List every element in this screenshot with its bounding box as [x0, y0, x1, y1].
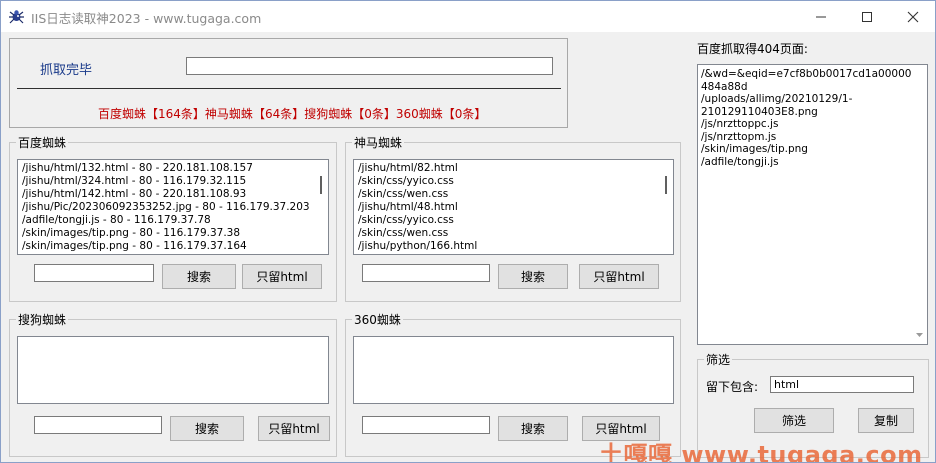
- status-panel: 抓取完毕 百度蜘蛛【164条】神马蜘蛛【64条】搜狗蜘蛛【0条】360蜘蛛【0条…: [9, 38, 568, 128]
- list-item[interactable]: /jishu/html/82.html: [358, 162, 477, 175]
- s360-log-list[interactable]: [353, 336, 674, 404]
- shenma-search-button[interactable]: 搜索: [498, 264, 568, 289]
- status-label: 抓取完毕: [40, 63, 93, 78]
- baidu-spider-group: 百度蜘蛛 /jishu/html/132.html - 80 - 220.181…: [9, 134, 337, 302]
- summary-360-label: 360蜘蛛: [395, 107, 443, 121]
- list-item[interactable]: /skin/css/yyico.css: [358, 175, 477, 188]
- list-item[interactable]: /jishu/html/324.html - 80 - 116.179.32.1…: [22, 175, 310, 188]
- list-item[interactable]: /skin/css/wen.css: [358, 188, 477, 201]
- status-input[interactable]: [186, 57, 553, 75]
- list-item[interactable]: /jishu/html/132.html - 80 - 220.181.108.…: [22, 162, 310, 175]
- s360-search-button[interactable]: 搜索: [498, 416, 568, 441]
- list-item[interactable]: /skin/images/tip.png - 80 - 116.179.37.1…: [22, 240, 310, 253]
- scroll-thumb[interactable]: [320, 176, 322, 194]
- shenma-spider-group: 神马蜘蛛 /jishu/html/82.html /skin/css/yyico…: [345, 134, 681, 302]
- sogou-group-title: 搜狗蜘蛛: [16, 311, 69, 328]
- shenma-log-list[interactable]: /jishu/html/82.html /skin/css/yyico.css …: [353, 159, 674, 255]
- maximize-icon: [862, 11, 872, 22]
- baidu-rows: /jishu/html/132.html - 80 - 220.181.108.…: [22, 162, 310, 253]
- maximize-button[interactable]: [844, 1, 890, 32]
- keep-input[interactable]: html: [770, 376, 914, 393]
- shenma-scrollbar[interactable]: [660, 160, 673, 254]
- summary-shenma-label: 神马蜘蛛: [204, 107, 253, 121]
- shenma-rows: /jishu/html/82.html /skin/css/yyico.css …: [358, 162, 477, 253]
- baidu-search-input[interactable]: [34, 264, 154, 282]
- minimize-button[interactable]: [798, 1, 844, 32]
- watermark-text: 土嘎嘎 www.tugaga.com: [599, 441, 923, 463]
- list-item[interactable]: /jishu/html/48.html: [358, 201, 477, 214]
- summary-sogou-count: 【0条】: [352, 107, 396, 121]
- baidu-404-scrollbar[interactable]: [912, 65, 927, 344]
- s360-group-title: 360蜘蛛: [352, 311, 403, 328]
- app-spider-icon: [8, 8, 25, 25]
- baidu-scrollbar[interactable]: [315, 160, 328, 254]
- sogou-log-list[interactable]: [17, 336, 329, 404]
- shenma-search-input[interactable]: [362, 264, 490, 282]
- minimize-icon: [816, 16, 826, 17]
- sogou-html-only-button[interactable]: 只留html: [258, 416, 330, 441]
- baidu-404-content: /&wd=&eqid=e7cf8b0b0017cd1a000000066 484…: [701, 68, 928, 168]
- window-title: IIS日志读取神2023 - www.tugaga.com: [31, 11, 262, 26]
- filter-button[interactable]: 筛选: [754, 408, 834, 433]
- baidu-group-title: 百度蜘蛛: [16, 134, 69, 151]
- title-bar[interactable]: IIS日志读取神2023 - www.tugaga.com: [1, 1, 935, 32]
- client-area: 抓取完毕 百度蜘蛛【164条】神马蜘蛛【64条】搜狗蜘蛛【0条】360蜘蛛【0条…: [1, 32, 935, 462]
- scroll-down-icon[interactable]: [912, 329, 927, 341]
- s360-search-input[interactable]: [362, 416, 490, 434]
- sogou-search-button[interactable]: 搜索: [170, 416, 244, 441]
- baidu-html-only-button[interactable]: 只留html: [242, 264, 322, 289]
- sogou-spider-group: 搜狗蜘蛛 搜索 只留html: [9, 311, 337, 457]
- summary-shenma-count: 【64条】: [252, 107, 305, 121]
- summary-sogou-label: 搜狗蜘蛛: [304, 107, 353, 121]
- summary-baidu-count: 【164条】: [146, 107, 205, 121]
- baidu-search-button[interactable]: 搜索: [162, 264, 236, 289]
- summary-baidu-label: 百度蜘蛛: [98, 107, 147, 121]
- baidu-404-title: 百度抓取得404页面:: [697, 42, 808, 56]
- baidu-404-list[interactable]: /&wd=&eqid=e7cf8b0b0017cd1a000000066 484…: [697, 64, 928, 345]
- summary-line: 百度蜘蛛【164条】神马蜘蛛【64条】搜狗蜘蛛【0条】360蜘蛛【0条】: [98, 103, 486, 122]
- filter-group-title: 筛选: [704, 351, 733, 368]
- list-item[interactable]: /adfile/tongji.js - 80 - 116.179.37.78: [22, 214, 310, 227]
- divider: [17, 88, 561, 89]
- close-icon: [907, 11, 919, 22]
- main-window: IIS日志读取神2023 - www.tugaga.com 抓取完毕 百度蜘蛛【…: [0, 0, 936, 463]
- list-item[interactable]: /skin/css/yyico.css: [358, 214, 477, 227]
- list-item[interactable]: /jishu/python/166.html: [358, 240, 477, 253]
- baidu-log-list[interactable]: /jishu/html/132.html - 80 - 220.181.108.…: [17, 159, 329, 255]
- keep-label: 留下包含:: [706, 380, 759, 394]
- shenma-html-only-button[interactable]: 只留html: [579, 264, 659, 289]
- copy-button[interactable]: 复制: [858, 408, 914, 433]
- scroll-thumb[interactable]: [665, 176, 667, 194]
- list-item[interactable]: /skin/css/wen.css: [358, 227, 477, 240]
- list-item[interactable]: /jishu/Pic/202306092353252.jpg - 80 - 11…: [22, 201, 310, 214]
- close-button[interactable]: [890, 1, 935, 32]
- list-item[interactable]: /skin/images/tip.png - 80 - 116.179.37.3…: [22, 227, 310, 240]
- sogou-search-input[interactable]: [34, 416, 162, 434]
- list-item[interactable]: /jishu/html/142.html - 80 - 220.181.108.…: [22, 188, 310, 201]
- shenma-group-title: 神马蜘蛛: [352, 134, 405, 151]
- summary-360-count: 【0条】: [442, 107, 487, 121]
